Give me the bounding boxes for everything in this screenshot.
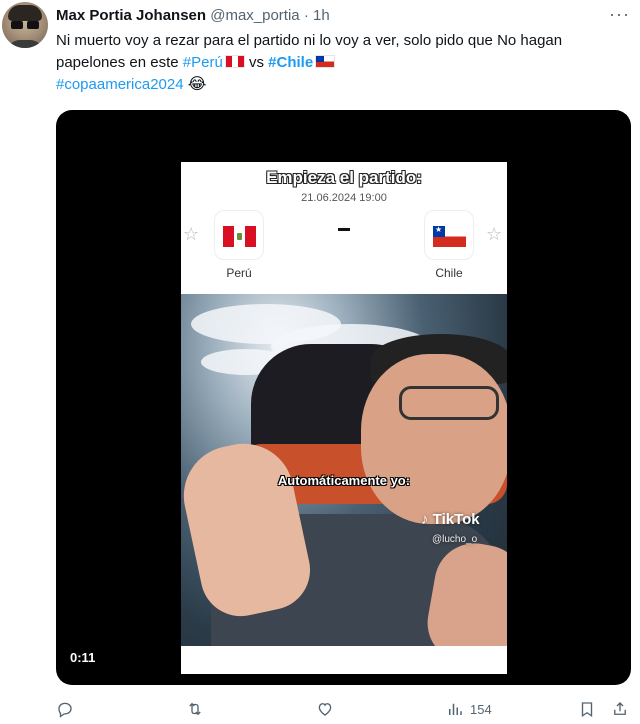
hashtag-peru[interactable]: #Perú	[183, 54, 223, 71]
video-frame: Empieza el partido: 21.06.2024 19:00 ☆ P…	[181, 162, 507, 674]
views-button[interactable]: 154	[446, 698, 492, 720]
tweet-text-vs: vs	[244, 54, 269, 71]
hashtag-copaamerica[interactable]: #copaamerica2024	[56, 76, 184, 93]
avatar-shirt	[6, 40, 44, 48]
tweet-time[interactable]: 1h	[313, 7, 330, 24]
like-icon	[318, 703, 332, 716]
home-team-name: Perú	[226, 266, 252, 280]
tiktok-logo: ♪ TikTok	[421, 511, 480, 528]
avatar-hair	[8, 5, 42, 21]
video-caption: Automáticamente yo:	[277, 473, 411, 488]
person-head	[361, 354, 507, 524]
chile-flag-icon	[315, 55, 336, 68]
author-name[interactable]: Max Portia Johansen	[56, 7, 206, 24]
views-count: 154	[470, 701, 492, 717]
bookmark-icon	[581, 702, 593, 718]
tiktok-brand: TikTok	[432, 511, 480, 528]
avatar-sunglasses	[11, 21, 39, 29]
reply-button[interactable]	[56, 698, 74, 720]
video-player[interactable]: Empieza el partido: 21.06.2024 19:00 ☆ P…	[56, 110, 631, 685]
person-glasses	[399, 386, 499, 420]
hashtag-chile[interactable]: #Chile	[268, 54, 313, 71]
peru-flag-icon-large	[223, 226, 256, 247]
bookmark-button[interactable]	[578, 698, 596, 720]
reply-icon	[58, 702, 72, 718]
away-team-name: Chile	[435, 266, 463, 280]
peru-flag-icon	[224, 55, 245, 68]
author-handle[interactable]: @max_portia	[210, 7, 299, 24]
favorite-star-icon-away: ☆	[486, 224, 503, 244]
tweet-text: Ni muerto voy a rezar para el partido ni…	[56, 30, 631, 96]
score-dash	[338, 228, 350, 231]
video-duration: 0:11	[70, 650, 96, 665]
favorite-star-icon-home: ☆	[183, 224, 200, 244]
retweet-icon	[189, 702, 201, 716]
share-icon	[614, 702, 626, 715]
tiktok-username: @lucho_o	[432, 534, 478, 545]
tweet-actions: 154	[56, 698, 631, 720]
laughing-emoji-icon: 😂	[187, 76, 207, 93]
tweet-header: Max Portia Johansen @max_portia · 1h	[56, 6, 330, 26]
header-separator: ·	[303, 7, 309, 24]
like-button[interactable]	[316, 698, 334, 720]
retweet-button[interactable]	[186, 698, 204, 720]
reaction-video: Automáticamente yo: ♪ TikTok @lucho_o	[181, 294, 507, 646]
author-avatar[interactable]	[2, 2, 48, 48]
match-date: 21.06.2024 19:00	[301, 192, 387, 204]
away-team-crest	[424, 210, 474, 260]
match-title: Empieza el partido:	[266, 168, 422, 187]
views-icon	[449, 703, 462, 715]
chile-flag-icon-large	[433, 225, 466, 247]
home-team-crest	[214, 210, 264, 260]
more-options-icon[interactable]: ···	[609, 4, 630, 25]
share-button[interactable]	[611, 698, 629, 720]
